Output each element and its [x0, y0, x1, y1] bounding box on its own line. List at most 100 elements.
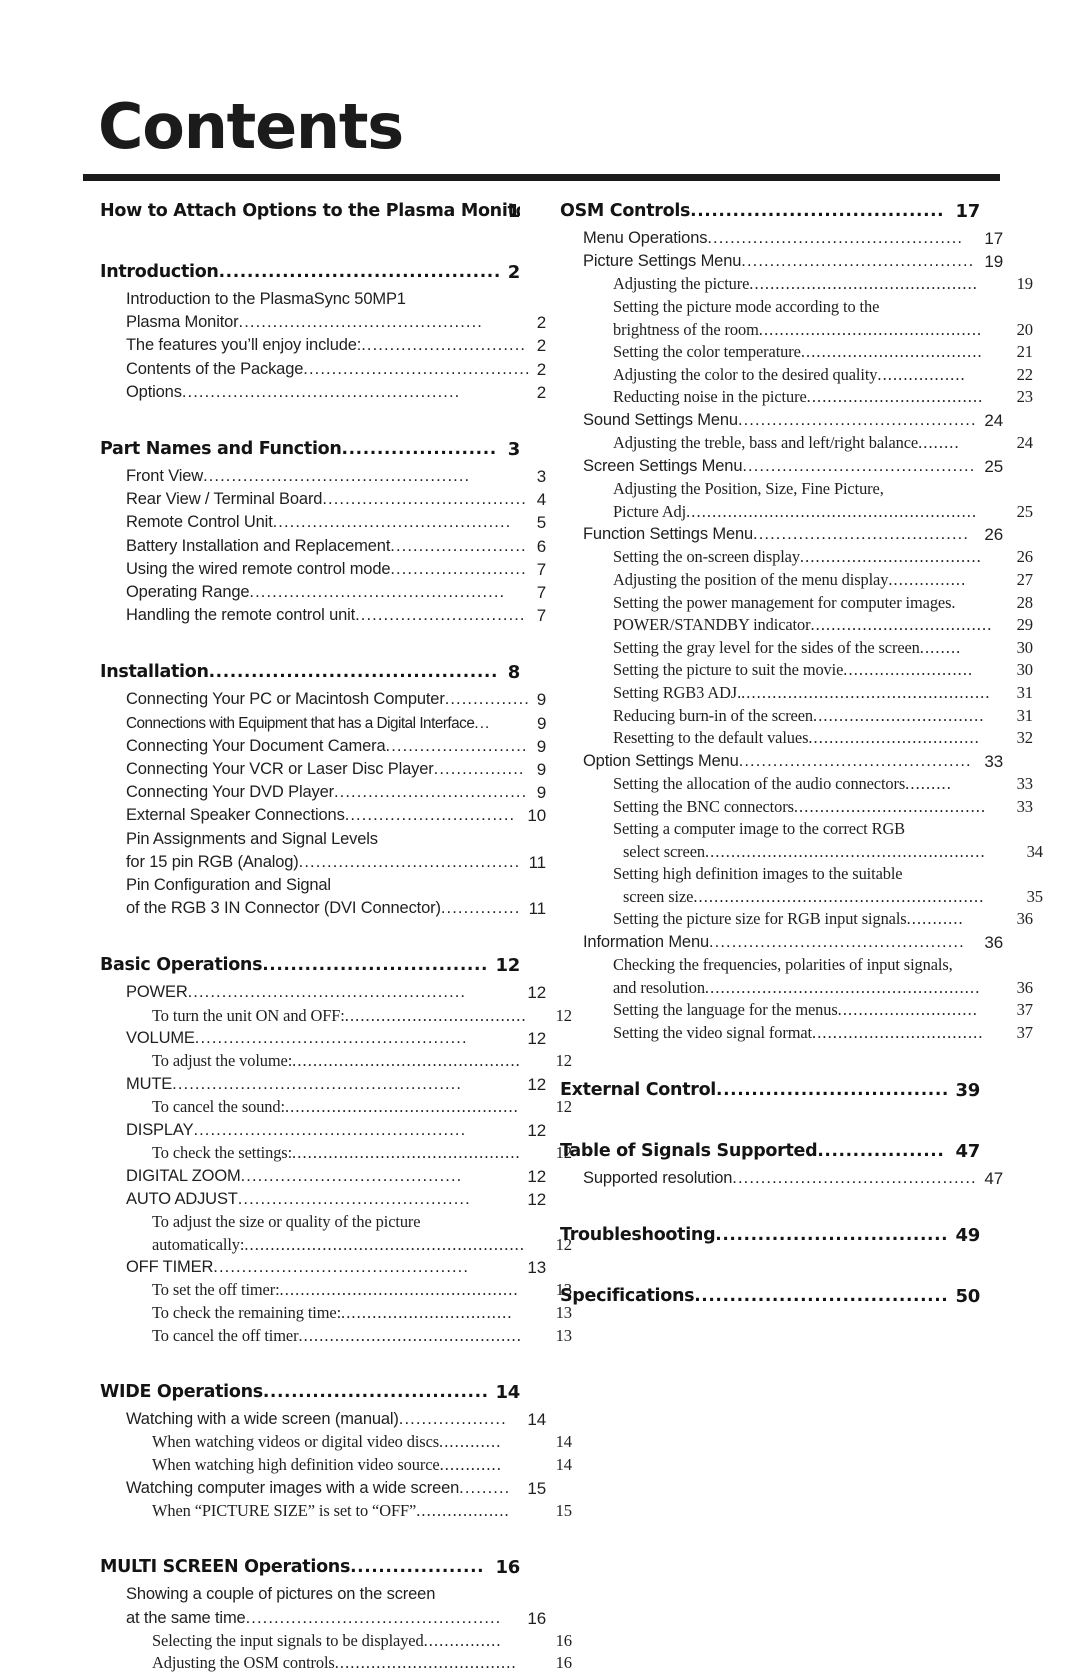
- toc-entry-item[interactable]: Setting the on-screen display ..........…: [560, 546, 1033, 569]
- toc-leader-dots: ................................: [262, 1382, 489, 1403]
- toc-entry-item[interactable]: Handling the remote control unit .......…: [100, 604, 546, 627]
- toc-entry-item[interactable]: Using the wired remote control mode ....…: [100, 558, 546, 581]
- toc-entry-item[interactable]: Connecting Your DVD Player .............…: [100, 781, 546, 804]
- toc-entry-item[interactable]: Setting the picture to suit the movie ..…: [560, 659, 1033, 682]
- toc-entry-item[interactable]: Function Settings Menu .................…: [560, 523, 1003, 546]
- toc-entry-item[interactable]: Menu Operations ........................…: [560, 227, 1003, 250]
- toc-entry-item[interactable]: Watching computer images with a wide scr…: [100, 1477, 546, 1500]
- toc-entry-item[interactable]: Remote Control Unit ....................…: [100, 511, 546, 534]
- toc-entry-item[interactable]: Setting the video signal format ........…: [560, 1022, 1033, 1045]
- toc-entry-item[interactable]: Adjusting the picture ..................…: [560, 273, 1033, 296]
- toc-entry-item[interactable]: Setting the language for the menus .....…: [560, 999, 1033, 1022]
- toc-entry-item[interactable]: Selecting the input signals to be displa…: [100, 1630, 572, 1653]
- toc-entry-item[interactable]: When watching high definition video sour…: [100, 1454, 572, 1477]
- toc-entry-item[interactable]: DIGITAL ZOOM ...........................…: [100, 1165, 546, 1188]
- toc-entry-item[interactable]: Setting high definition images to the su…: [560, 863, 1033, 886]
- toc-entry-item[interactable]: To adjust the size or quality of the pic…: [100, 1211, 572, 1234]
- toc-entry-section[interactable]: MULTI SCREEN Operations ................…: [100, 1552, 520, 1583]
- toc-entry-item[interactable]: and resolution .........................…: [560, 977, 1033, 1000]
- toc-entry-item[interactable]: To check the remaining time: ...........…: [100, 1302, 572, 1325]
- toc-entry-item[interactable]: POWER ..................................…: [100, 981, 546, 1004]
- toc-entry-item[interactable]: Plasma Monitor .........................…: [100, 311, 546, 334]
- toc-entry-item[interactable]: Setting the BNC connectors .............…: [560, 796, 1033, 819]
- toc-entry-item[interactable]: Reducting noise in the picture .........…: [560, 386, 1033, 409]
- toc-entry-item[interactable]: at the same time .......................…: [100, 1607, 546, 1630]
- toc-entry-item[interactable]: Option Settings Menu ...................…: [560, 750, 1003, 773]
- toc-entry-item[interactable]: Adjusting the position of the menu displ…: [560, 569, 1033, 592]
- toc-entry-item[interactable]: To check the settings: .................…: [100, 1142, 572, 1165]
- toc-entry-item[interactable]: of the RGB 3 IN Connector (DVI Connector…: [100, 897, 546, 920]
- toc-entry-item[interactable]: select screen ..........................…: [560, 841, 1043, 864]
- toc-entry-item[interactable]: Checking the frequencies, polarities of …: [560, 954, 1033, 977]
- toc-entry-section[interactable]: WIDE Operations ........................…: [100, 1377, 520, 1408]
- toc-entry-section[interactable]: Basic Operations .......................…: [100, 950, 520, 981]
- toc-entry-section[interactable]: Specifications .........................…: [560, 1281, 980, 1312]
- toc-entry-item[interactable]: Battery Installation and Replacement ...…: [100, 535, 546, 558]
- toc-entry-item[interactable]: POWER/STANDBY indicator ................…: [560, 614, 1033, 637]
- toc-entry-section[interactable]: Troubleshooting ........................…: [560, 1220, 980, 1251]
- toc-entry-item[interactable]: To set the off timer: ..................…: [100, 1279, 572, 1302]
- toc-entry-label: Setting the allocation of the audio conn…: [613, 773, 906, 793]
- toc-entry-item[interactable]: Setting the power management for compute…: [560, 592, 1033, 615]
- toc-entry-item[interactable]: Setting RGB3 ADJ. ......................…: [560, 682, 1033, 705]
- toc-entry-item[interactable]: To adjust the volume: ..................…: [100, 1050, 572, 1073]
- toc-entry-item[interactable]: Pin Configuration and Signal: [100, 874, 546, 897]
- toc-entry-item[interactable]: Setting the picture size for RGB input s…: [560, 908, 1033, 931]
- toc-entry-item[interactable]: When watching videos or digital video di…: [100, 1431, 572, 1454]
- toc-entry-item[interactable]: Adjusting the color to the desired quali…: [560, 364, 1033, 387]
- toc-entry-item[interactable]: Pin Assignments and Signal Levels: [100, 828, 546, 851]
- toc-entry-label: Setting the on-screen display: [613, 547, 800, 567]
- toc-entry-item[interactable]: VOLUME .................................…: [100, 1027, 546, 1050]
- toc-entry-item[interactable]: screen size ............................…: [560, 886, 1043, 909]
- toc-entry-item[interactable]: OFF TIMER ..............................…: [100, 1256, 546, 1279]
- toc-entry-item[interactable]: Rear View / Terminal Board .............…: [100, 488, 546, 511]
- toc-entry-item[interactable]: Connections with Equipment that has a Di…: [100, 712, 546, 735]
- toc-entry-item[interactable]: for 15 pin RGB (Analog) ................…: [100, 851, 546, 874]
- toc-entry-item[interactable]: Setting the picture mode according to th…: [560, 296, 1033, 319]
- toc-entry-item[interactable]: Information Menu .......................…: [560, 931, 1003, 954]
- toc-entry-label: Handling the remote control unit: [126, 606, 356, 625]
- toc-entry-section[interactable]: Installation ...........................…: [100, 657, 520, 688]
- toc-entry-item[interactable]: External Speaker Connections ...........…: [100, 804, 546, 827]
- toc-entry-item[interactable]: To cancel the sound: ...................…: [100, 1096, 572, 1119]
- toc-entry-item[interactable]: automatically: .........................…: [100, 1234, 572, 1257]
- toc-entry-item[interactable]: Watching with a wide screen (manual) ...…: [100, 1408, 546, 1431]
- toc-entry-item[interactable]: Introduction to the PlasmaSync 50MP1: [100, 288, 546, 311]
- toc-entry-item[interactable]: Connecting Your PC or Macintosh Computer…: [100, 688, 546, 711]
- toc-entry-item[interactable]: Setting the allocation of the audio conn…: [560, 773, 1033, 796]
- toc-entry-item[interactable]: Adjusting the Position, Size, Fine Pictu…: [560, 478, 1033, 501]
- toc-entry-item[interactable]: Resetting to the default values ........…: [560, 727, 1033, 750]
- toc-entry-section[interactable]: How to Attach Options to the Plasma Moni…: [100, 196, 520, 227]
- toc-entry-item[interactable]: MUTE ...................................…: [100, 1073, 546, 1096]
- toc-entry-item[interactable]: Setting the gray level for the sides of …: [560, 637, 1033, 660]
- toc-entry-item[interactable]: Picture Settings Menu ..................…: [560, 250, 1003, 273]
- toc-entry-item[interactable]: DISPLAY ................................…: [100, 1119, 546, 1142]
- toc-entry-section[interactable]: OSM Controls ...........................…: [560, 196, 980, 227]
- toc-entry-item[interactable]: To cancel the off timer ................…: [100, 1325, 572, 1348]
- toc-entry-item[interactable]: Picture Adj ............................…: [560, 501, 1033, 524]
- toc-entry-section[interactable]: Introduction ...........................…: [100, 257, 520, 288]
- toc-entry-item[interactable]: When “PICTURE SIZE” is set to “OFF” ....…: [100, 1500, 572, 1523]
- toc-entry-item[interactable]: The features you’ll enjoy include: .....…: [100, 334, 546, 357]
- toc-entry-item[interactable]: Front View .............................…: [100, 465, 546, 488]
- toc-entry-item[interactable]: Adjusting the OSM controls .............…: [100, 1652, 572, 1675]
- toc-entry-item[interactable]: brightness of the room .................…: [560, 319, 1033, 342]
- toc-entry-item[interactable]: Setting a computer image to the correct …: [560, 818, 1033, 841]
- toc-entry-item[interactable]: Options ................................…: [100, 381, 546, 404]
- toc-entry-item[interactable]: Showing a couple of pictures on the scre…: [100, 1583, 546, 1606]
- toc-entry-item[interactable]: Connecting Your VCR or Laser Disc Player…: [100, 758, 546, 781]
- toc-entry-item[interactable]: Connecting Your Document Camera ........…: [100, 735, 546, 758]
- toc-entry-section[interactable]: Table of Signals Supported .............…: [560, 1136, 980, 1167]
- toc-entry-item[interactable]: Supported resolution ...................…: [560, 1167, 1003, 1190]
- toc-entry-item[interactable]: Operating Range ........................…: [100, 581, 546, 604]
- toc-entry-item[interactable]: Contents of the Package ................…: [100, 358, 546, 381]
- toc-entry-item[interactable]: To turn the unit ON and OFF: ...........…: [100, 1005, 572, 1028]
- toc-entry-item[interactable]: Setting the color temperature ..........…: [560, 341, 1033, 364]
- toc-entry-section[interactable]: Part Names and Function ................…: [100, 434, 520, 465]
- toc-entry-item[interactable]: AUTO ADJUST ............................…: [100, 1188, 546, 1211]
- toc-entry-item[interactable]: Screen Settings Menu ...................…: [560, 455, 1003, 478]
- toc-entry-item[interactable]: Adjusting the treble, bass and left/righ…: [560, 432, 1033, 455]
- toc-entry-item[interactable]: Sound Settings Menu ....................…: [560, 409, 1003, 432]
- toc-entry-item[interactable]: Reducing burn-in of the screen .........…: [560, 705, 1033, 728]
- toc-entry-section[interactable]: External Control .......................…: [560, 1075, 980, 1106]
